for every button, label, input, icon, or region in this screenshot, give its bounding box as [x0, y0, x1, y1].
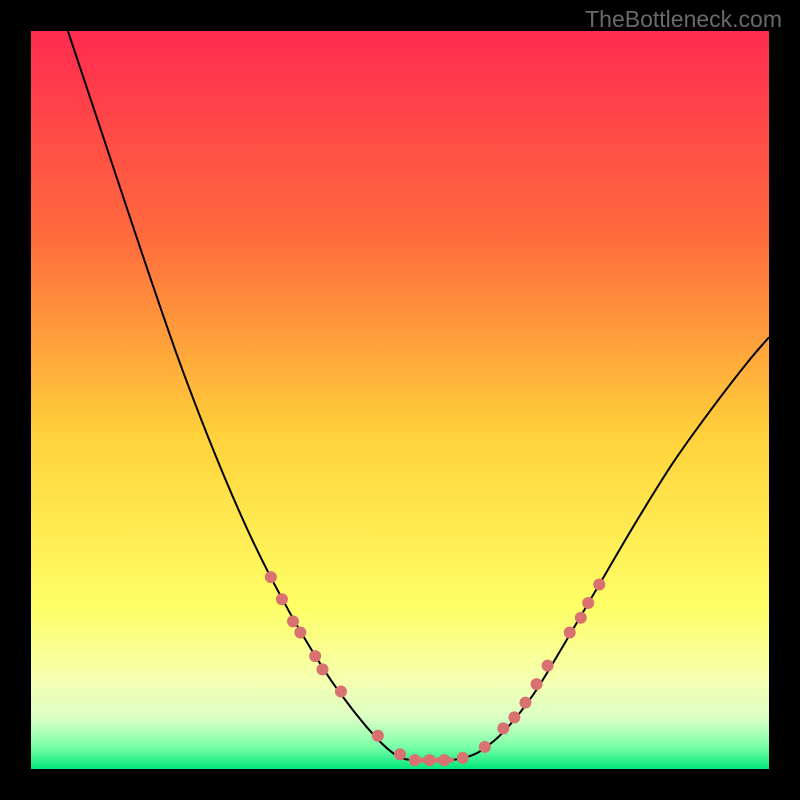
- data-marker: [394, 748, 406, 760]
- data-marker: [294, 626, 306, 638]
- data-marker: [424, 754, 436, 766]
- data-marker: [409, 754, 421, 766]
- data-marker: [438, 754, 450, 766]
- data-marker: [497, 722, 509, 734]
- data-marker: [519, 697, 531, 709]
- data-marker: [276, 593, 288, 605]
- data-marker: [457, 752, 469, 764]
- data-marker: [287, 615, 299, 627]
- data-marker: [575, 612, 587, 624]
- data-marker: [542, 660, 554, 672]
- watermark-text: TheBottleneck.com: [585, 6, 782, 33]
- data-marker: [593, 579, 605, 591]
- data-marker: [317, 663, 329, 675]
- data-marker: [564, 626, 576, 638]
- data-marker: [309, 650, 321, 662]
- data-marker: [479, 741, 491, 753]
- data-marker: [531, 678, 543, 690]
- data-marker: [372, 730, 384, 742]
- chart-frame: [31, 31, 769, 769]
- data-marker: [335, 686, 347, 698]
- data-marker: [265, 571, 277, 583]
- chart-svg: [31, 31, 769, 769]
- gradient-background: [31, 31, 769, 769]
- data-marker: [508, 711, 520, 723]
- data-marker: [582, 597, 594, 609]
